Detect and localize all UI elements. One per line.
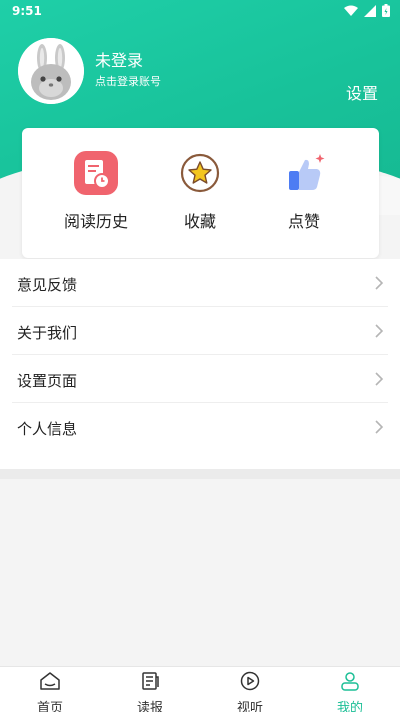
menu-item-feedback[interactable]: 意见反馈 <box>12 259 388 307</box>
status-icons <box>344 4 390 17</box>
tab-media[interactable]: 视听 <box>200 671 300 712</box>
reading-history-button[interactable]: 阅读历史 <box>46 150 146 232</box>
profile-icon <box>341 672 359 691</box>
status-bar: 9:51 <box>0 0 400 24</box>
favorites-label: 收藏 <box>183 212 216 231</box>
menu-item-about[interactable]: 关于我们 <box>12 307 388 355</box>
newspaper-icon <box>142 672 159 690</box>
quick-actions-card: 阅读历史 收藏 点赞 <box>22 128 379 258</box>
avatar[interactable] <box>18 38 84 104</box>
status-time: 9:51 <box>12 4 42 18</box>
menu-item-personal-info[interactable]: 个人信息 <box>12 403 388 451</box>
likes-label: 点赞 <box>287 212 320 231</box>
play-icon <box>240 671 260 691</box>
tab-label: 我的 <box>336 701 363 712</box>
reading-history-icon <box>73 150 119 196</box>
tab-home[interactable]: 首页 <box>0 671 100 712</box>
menu-item-label: 关于我们 <box>17 324 78 342</box>
username[interactable]: 未登录 <box>95 47 143 71</box>
thumbs-up-icon <box>281 150 327 196</box>
chevron-right-icon <box>375 420 384 434</box>
tab-newspaper[interactable]: 读报 <box>100 671 200 712</box>
menu-item-label: 个人信息 <box>17 420 78 438</box>
tab-label: 读报 <box>136 701 163 712</box>
settings-menu: 意见反馈 关于我们 设置页面 个人信息 <box>0 259 400 469</box>
rabbit-avatar-icon <box>18 38 84 104</box>
settings-link[interactable]: 设置 <box>346 80 378 104</box>
reading-history-label: 阅读历史 <box>63 212 128 231</box>
menu-item-label: 设置页面 <box>17 372 78 390</box>
likes-button[interactable]: 点赞 <box>254 150 354 232</box>
wifi-icon <box>344 5 358 16</box>
tab-label: 首页 <box>36 701 63 712</box>
star-icon <box>177 150 223 196</box>
signal-icon <box>364 4 376 17</box>
tab-mine[interactable]: 我的 <box>300 671 400 712</box>
chevron-right-icon <box>375 324 384 338</box>
menu-divider <box>0 469 400 479</box>
favorites-button[interactable]: 收藏 <box>150 150 250 232</box>
bottom-tab-bar: 首页 读报 视听 我的 <box>0 666 400 712</box>
tab-label: 视听 <box>236 701 263 712</box>
menu-item-label: 意见反馈 <box>17 276 78 294</box>
login-hint[interactable]: 点击登录账号 <box>95 73 161 89</box>
chevron-right-icon <box>375 372 384 386</box>
chevron-right-icon <box>375 276 384 290</box>
battery-icon <box>382 4 390 17</box>
home-icon <box>40 672 60 690</box>
menu-item-settings[interactable]: 设置页面 <box>12 355 388 403</box>
